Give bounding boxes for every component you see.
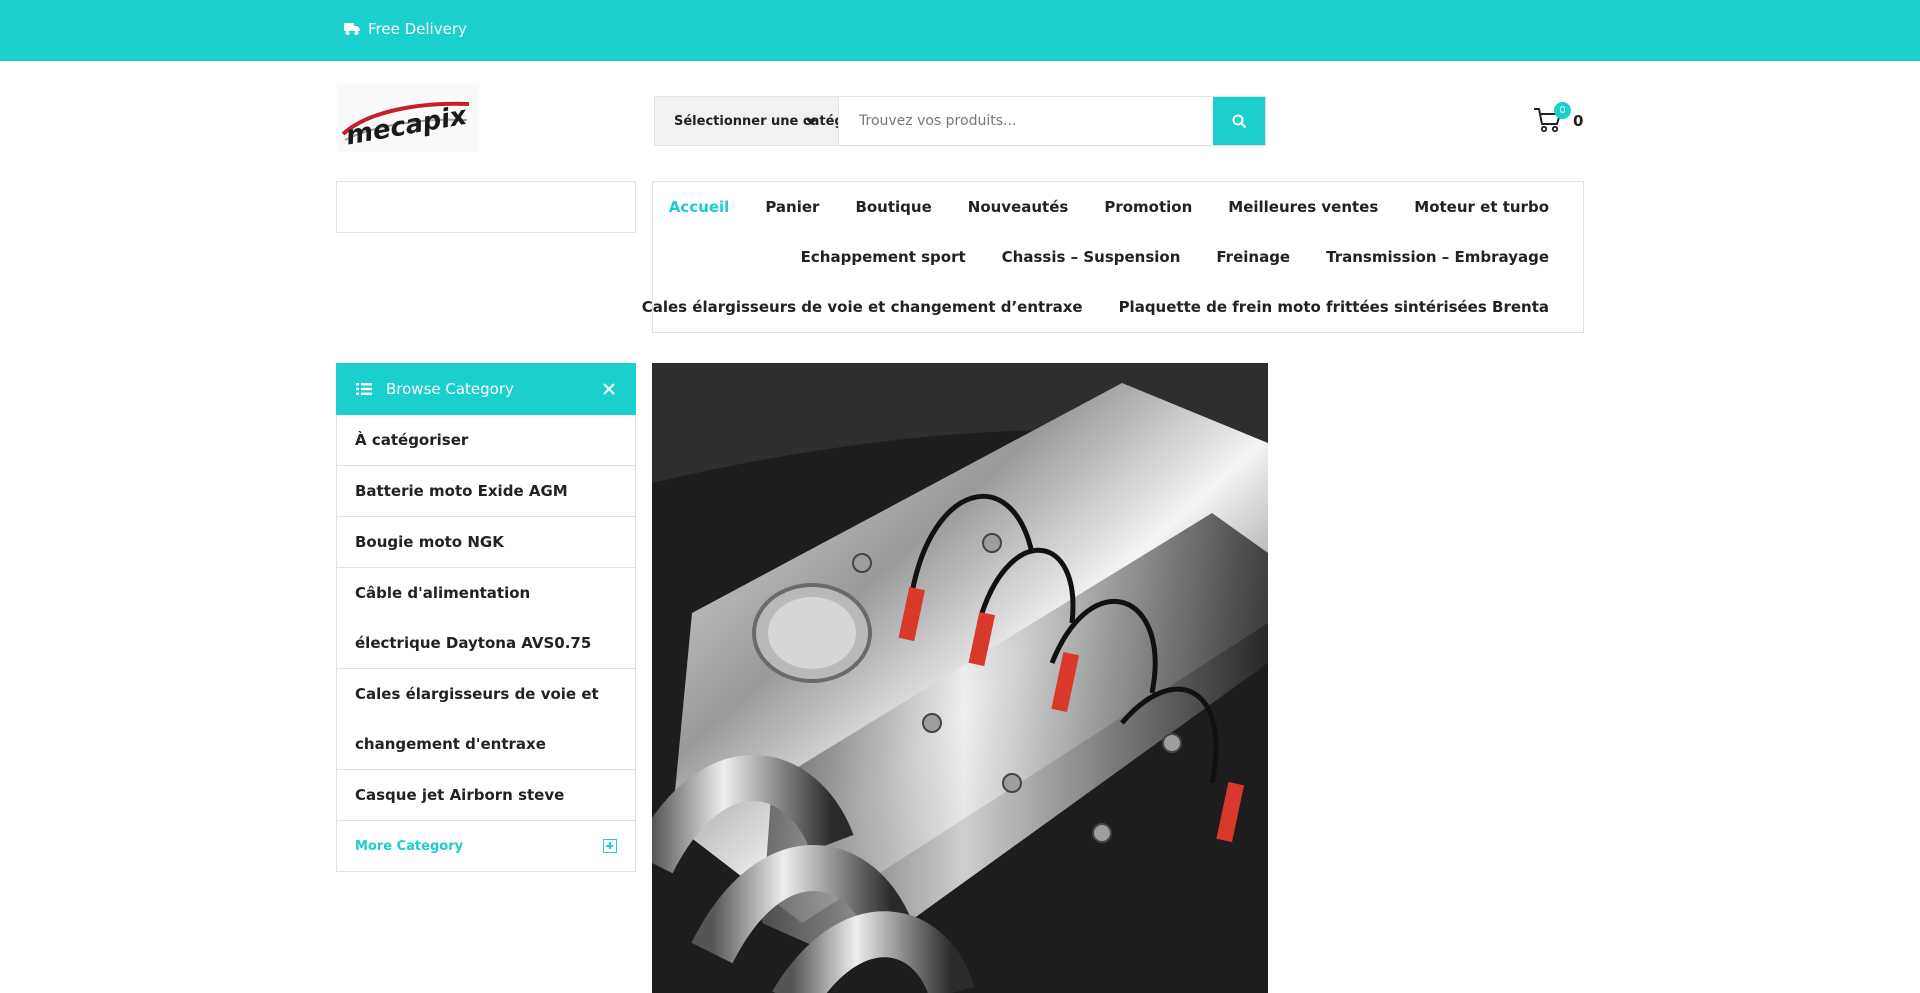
truck-icon [344, 23, 360, 35]
nav-item-freinage[interactable]: Freinage [1216, 248, 1290, 266]
browse-category-header[interactable]: Browse Category [336, 363, 636, 415]
nav-item-moteur-et-turbo[interactable]: Moteur et turbo [1414, 198, 1549, 216]
nav-item-chassis-suspension[interactable]: Chassis – Suspension [1002, 248, 1181, 266]
cart-total: 0 [1573, 112, 1584, 130]
search-button[interactable] [1213, 97, 1265, 145]
search-bar: Sélectionner une catégorie [654, 96, 1266, 146]
cart-count-badge: 0 [1554, 102, 1571, 119]
site-logo[interactable]: mecapix [337, 84, 479, 152]
browse-category-title: Browse Category [386, 380, 514, 398]
main-navigation: Accueil Panier Boutique Nouveautés Promo… [642, 181, 1584, 333]
more-category-button[interactable]: More Category [336, 821, 636, 872]
category-sidebar: Browse Category À catégoriser Batterie m… [336, 363, 636, 872]
nav-item-promotion[interactable]: Promotion [1104, 198, 1192, 216]
nav-item-accueil[interactable]: Accueil [669, 198, 730, 216]
category-item[interactable]: Cales élargisseurs de voie et changement… [337, 669, 635, 770]
category-item[interactable]: Casque jet Airborn steve [337, 770, 635, 821]
engine-photo [652, 363, 1268, 993]
nav-item-cales-elargisseurs[interactable]: Cales élargisseurs de voie et changement… [642, 298, 1083, 316]
search-icon [1232, 114, 1246, 128]
free-delivery-notice: Free Delivery [344, 20, 467, 38]
close-icon[interactable] [602, 382, 616, 396]
nav-item-boutique[interactable]: Boutique [855, 198, 931, 216]
more-category-label: More Category [355, 838, 464, 854]
search-input[interactable] [839, 97, 1213, 145]
hero-banner-image[interactable] [652, 363, 1268, 993]
nav-item-panier[interactable]: Panier [765, 198, 819, 216]
nav-row: Cales élargisseurs de voie et changement… [642, 298, 1549, 316]
free-delivery-label: Free Delivery [368, 20, 467, 38]
nav-item-nouveautes[interactable]: Nouveautés [968, 198, 1069, 216]
sidebar-placeholder-box [336, 181, 636, 233]
category-list: À catégoriser Batterie moto Exide AGM Bo… [336, 415, 636, 821]
nav-item-transmission-embrayage[interactable]: Transmission – Embrayage [1326, 248, 1549, 266]
nav-row: Echappement sport Chassis – Suspension F… [801, 248, 1549, 266]
category-item[interactable]: À catégoriser [337, 415, 635, 466]
nav-item-plaquette-frein[interactable]: Plaquette de frein moto frittées sintéri… [1119, 298, 1549, 316]
category-item[interactable]: Batterie moto Exide AGM [337, 466, 635, 517]
category-select[interactable]: Sélectionner une catégorie [655, 97, 839, 145]
list-icon [356, 383, 372, 395]
plus-square-icon [603, 839, 617, 853]
nav-item-echappement-sport[interactable]: Echappement sport [801, 248, 966, 266]
category-item[interactable]: Bougie moto NGK [337, 517, 635, 568]
chevron-down-icon [806, 119, 816, 125]
category-item[interactable]: Câble d'alimentation électrique Daytona … [337, 568, 635, 669]
nav-item-meilleures-ventes[interactable]: Meilleures ventes [1228, 198, 1378, 216]
nav-row: Accueil Panier Boutique Nouveautés Promo… [669, 198, 1549, 216]
top-bar: Free Delivery [0, 0, 1920, 61]
